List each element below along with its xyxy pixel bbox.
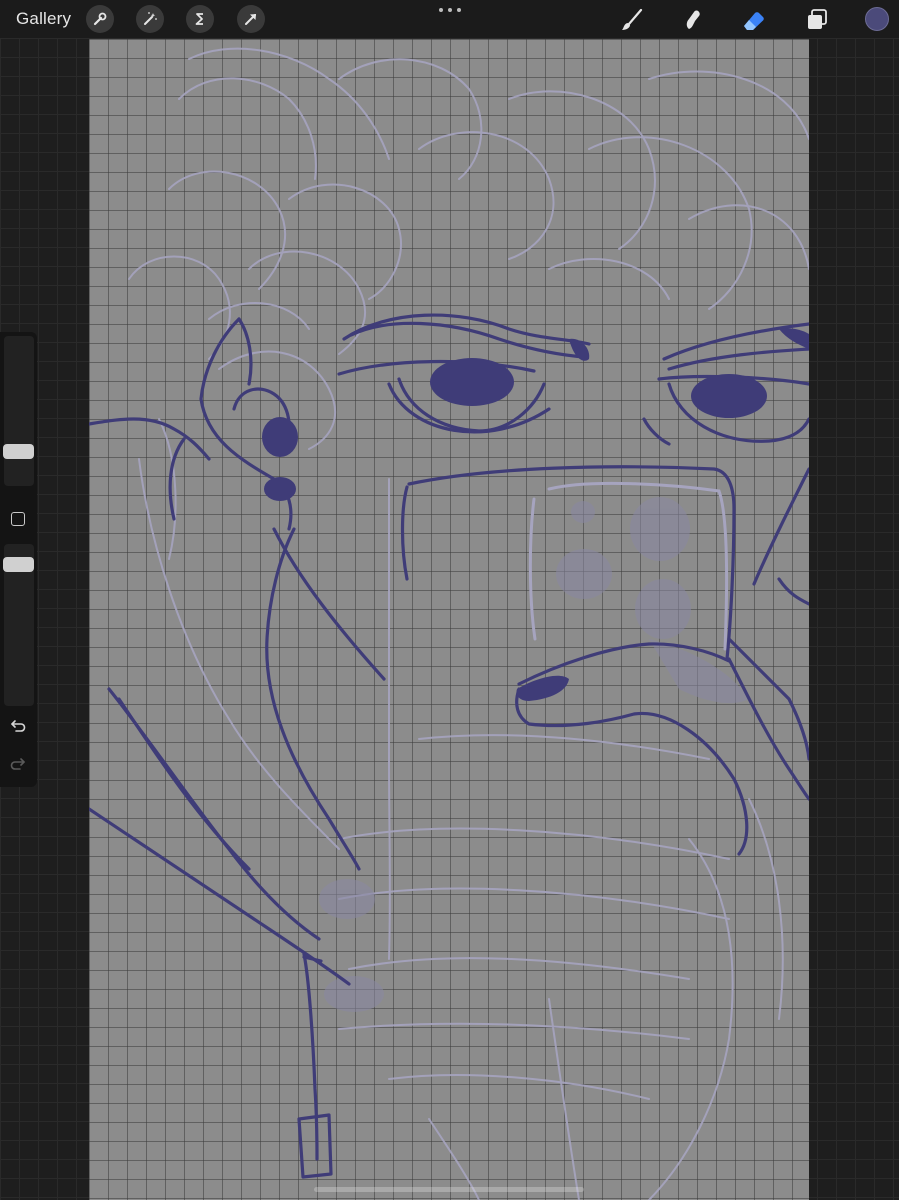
eraser-icon [744, 12, 764, 30]
brush-size-thumb[interactable] [3, 444, 34, 459]
brush-icon [622, 8, 643, 30]
paint-tool-button[interactable] [618, 6, 646, 34]
smudge-tool-button[interactable] [679, 6, 707, 34]
layers-button[interactable] [803, 6, 831, 34]
actions-button[interactable] [86, 5, 114, 33]
undo-button[interactable] [9, 718, 27, 734]
brush-sidebar [0, 332, 37, 787]
smudge-icon [686, 10, 700, 29]
modify-button[interactable] [11, 512, 25, 526]
drawing-canvas[interactable] [89, 39, 809, 1200]
wrench-icon [93, 12, 107, 26]
selection-s-icon [195, 13, 203, 25]
erase-tool-button[interactable] [740, 6, 768, 34]
arrow-cursor-icon [245, 14, 256, 25]
redo-icon [10, 758, 25, 770]
redo-button[interactable] [9, 756, 27, 772]
opacity-thumb[interactable] [3, 557, 34, 572]
gallery-button[interactable]: Gallery [16, 9, 71, 29]
more-options-icon[interactable] [439, 5, 461, 15]
brush-size-slider[interactable] [4, 336, 34, 486]
layers-icon [808, 9, 827, 29]
home-indicator [314, 1187, 584, 1192]
transform-button[interactable] [237, 5, 265, 33]
adjustments-button[interactable] [136, 5, 164, 33]
selection-button[interactable] [186, 5, 214, 33]
top-toolbar: Gallery [0, 0, 899, 38]
magic-wand-icon [144, 12, 157, 25]
color-picker-button[interactable] [865, 7, 889, 31]
sketch-artwork [89, 47, 809, 1200]
undo-icon [11, 720, 26, 732]
